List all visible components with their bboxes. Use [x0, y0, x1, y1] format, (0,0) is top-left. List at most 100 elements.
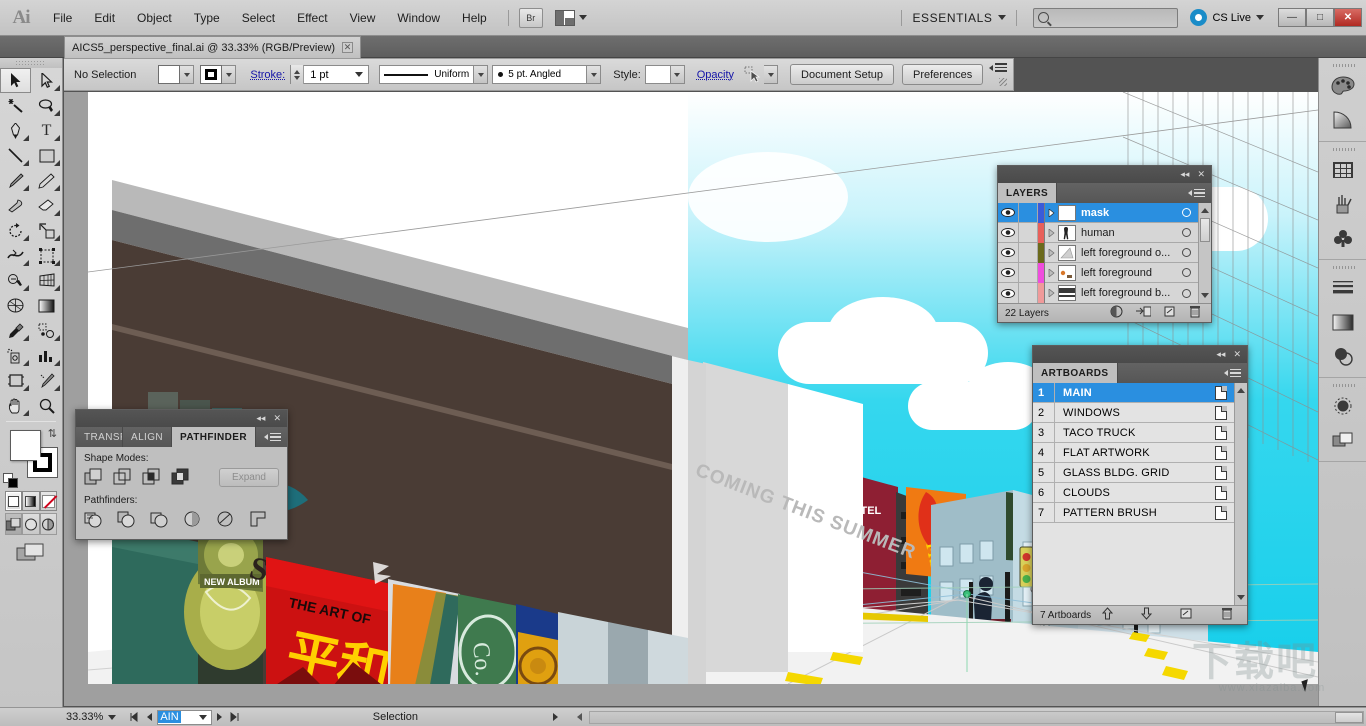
document-setup-button[interactable]: Document Setup [790, 64, 894, 85]
menu-view[interactable]: View [339, 0, 387, 36]
pathfinder-panel[interactable]: ◂◂ ✕ TRANSFORM ALIGN PATHFINDER Shape Mo… [75, 409, 288, 540]
menu-file[interactable]: File [42, 0, 83, 36]
status-scroll-left-icon[interactable] [571, 710, 587, 725]
direct-selection-tool[interactable] [31, 68, 62, 93]
gradient-tool[interactable] [31, 293, 62, 318]
swatches-panel-icon[interactable] [1319, 153, 1366, 187]
exclude-button[interactable] [171, 468, 190, 487]
target-indicator[interactable] [1174, 248, 1198, 257]
symbol-sprayer-tool[interactable] [0, 343, 31, 368]
lock-toggle[interactable] [1019, 203, 1038, 223]
opacity-label[interactable]: Opacity [697, 69, 734, 81]
previous-artboard-button[interactable] [142, 710, 158, 725]
outline-button[interactable] [216, 510, 235, 529]
layer-row[interactable]: human [998, 223, 1198, 243]
delete-selection-icon[interactable] [1189, 305, 1201, 321]
arrange-documents-button[interactable] [555, 10, 587, 26]
pen-tool[interactable] [0, 118, 31, 143]
lasso-tool[interactable] [31, 93, 62, 118]
slice-tool[interactable] [31, 368, 62, 393]
expand-layer-icon[interactable] [1045, 209, 1058, 217]
menu-edit[interactable]: Edit [83, 0, 126, 36]
collapse-icon[interactable]: ◂◂ [256, 413, 265, 424]
stroke-label[interactable]: Stroke: [250, 69, 285, 81]
paintbrush-tool[interactable] [0, 168, 31, 193]
artboard-name[interactable]: WINDOWS [1055, 407, 1208, 419]
unite-button[interactable] [84, 468, 103, 487]
stroke-profile-field[interactable]: Uniform [379, 65, 474, 84]
layer-row[interactable]: left foreground [998, 263, 1198, 283]
appearance-panel-icon[interactable] [1319, 389, 1366, 423]
create-new-layer-icon[interactable] [1164, 305, 1176, 321]
artboard-page-icon[interactable] [1208, 446, 1234, 460]
close-button[interactable]: ✕ [1334, 8, 1362, 27]
stroke-swatch-group[interactable] [200, 65, 236, 84]
layers-scrollbar[interactable] [1198, 203, 1211, 303]
column-graph-tool[interactable] [31, 343, 62, 368]
lock-toggle[interactable] [1019, 223, 1038, 243]
panel-menu-icon[interactable] [270, 433, 281, 442]
layer-name[interactable]: human [1081, 227, 1174, 239]
brush-definition-field[interactable]: 5 pt. Angled [492, 65, 587, 84]
menu-object[interactable]: Object [126, 0, 183, 36]
status-horizontal-scrollbar[interactable] [589, 711, 1364, 724]
artboard-row[interactable]: 5 GLASS BLDG. GRID [1033, 463, 1234, 483]
expand-layer-icon[interactable] [1045, 249, 1058, 257]
restore-button[interactable]: □ [1306, 8, 1334, 27]
close-icon[interactable]: ✕ [1233, 349, 1241, 360]
close-icon[interactable]: ✕ [1197, 169, 1205, 180]
color-guide-panel-icon[interactable] [1319, 103, 1366, 137]
workspace-chevron-icon[interactable] [998, 15, 1006, 20]
artboard-name[interactable]: GLASS BLDG. GRID [1055, 467, 1208, 479]
expand-button[interactable]: Expand [219, 468, 279, 487]
fill-swatch-group[interactable] [158, 65, 194, 84]
status-menu-icon[interactable] [548, 710, 564, 725]
scrollbar-thumb[interactable] [1335, 712, 1363, 723]
graphic-style-swatch[interactable] [645, 65, 671, 84]
layer-name[interactable]: mask [1081, 207, 1174, 219]
symbols-panel-icon[interactable] [1319, 221, 1366, 255]
artboard-navigation-field[interactable]: AIN [157, 710, 211, 725]
minus-back-button[interactable] [249, 510, 268, 529]
menu-select[interactable]: Select [231, 0, 286, 36]
visibility-icon[interactable] [998, 263, 1019, 283]
fill-swatch[interactable] [158, 65, 180, 84]
tab-layers[interactable]: LAYERS [998, 183, 1057, 203]
style-dropdown-icon[interactable] [671, 65, 685, 84]
dock-group-grip[interactable] [1319, 264, 1366, 271]
pencil-tool[interactable] [31, 168, 62, 193]
artboard-name[interactable]: FLAT ARTWORK [1055, 447, 1208, 459]
artboards-scrollbar[interactable] [1234, 383, 1247, 605]
collapse-icon[interactable]: ◂◂ [1180, 169, 1189, 180]
workspace-switcher[interactable]: ESSENTIALS [912, 11, 992, 25]
color-panel-icon[interactable] [1319, 69, 1366, 103]
artboard-row[interactable]: 4 FLAT ARTWORK [1033, 443, 1234, 463]
artboard-row[interactable]: 2 WINDOWS [1033, 403, 1234, 423]
blend-tool[interactable] [31, 318, 62, 343]
rotate-tool[interactable] [0, 218, 31, 243]
gradient-panel-icon[interactable] [1319, 305, 1366, 339]
target-indicator[interactable] [1174, 208, 1198, 217]
first-artboard-button[interactable] [126, 710, 142, 725]
artboard-row[interactable]: 6 CLOUDS [1033, 483, 1234, 503]
trim-button[interactable] [117, 510, 136, 529]
minimize-button[interactable]: — [1278, 8, 1306, 27]
mesh-tool[interactable] [0, 293, 31, 318]
artboards-panel[interactable]: ◂◂ ✕ ARTBOARDS 1 MAIN 2 WINDO [1032, 345, 1248, 625]
fill-dropdown-icon[interactable] [180, 65, 194, 84]
zoom-level-field[interactable]: 33.33% [66, 711, 126, 723]
dock-group-grip[interactable] [1319, 382, 1366, 389]
layers-panel-menu[interactable] [1057, 183, 1211, 203]
close-icon[interactable]: ✕ [273, 413, 281, 424]
draw-normal-icon[interactable] [5, 513, 22, 535]
move-down-icon[interactable] [1141, 607, 1152, 623]
artboard-name[interactable]: TACO TRUCK [1055, 427, 1208, 439]
crop-button[interactable] [183, 510, 202, 529]
tab-artboards[interactable]: ARTBOARDS [1033, 363, 1118, 383]
lock-toggle[interactable] [1019, 283, 1038, 303]
visibility-icon[interactable] [998, 243, 1019, 263]
stroke-dropdown-icon[interactable] [222, 65, 236, 84]
scrollbar-thumb[interactable] [1200, 218, 1210, 242]
stroke-weight-stepper[interactable] [291, 65, 304, 84]
artboard-name[interactable]: PATTERN BRUSH [1055, 507, 1208, 519]
